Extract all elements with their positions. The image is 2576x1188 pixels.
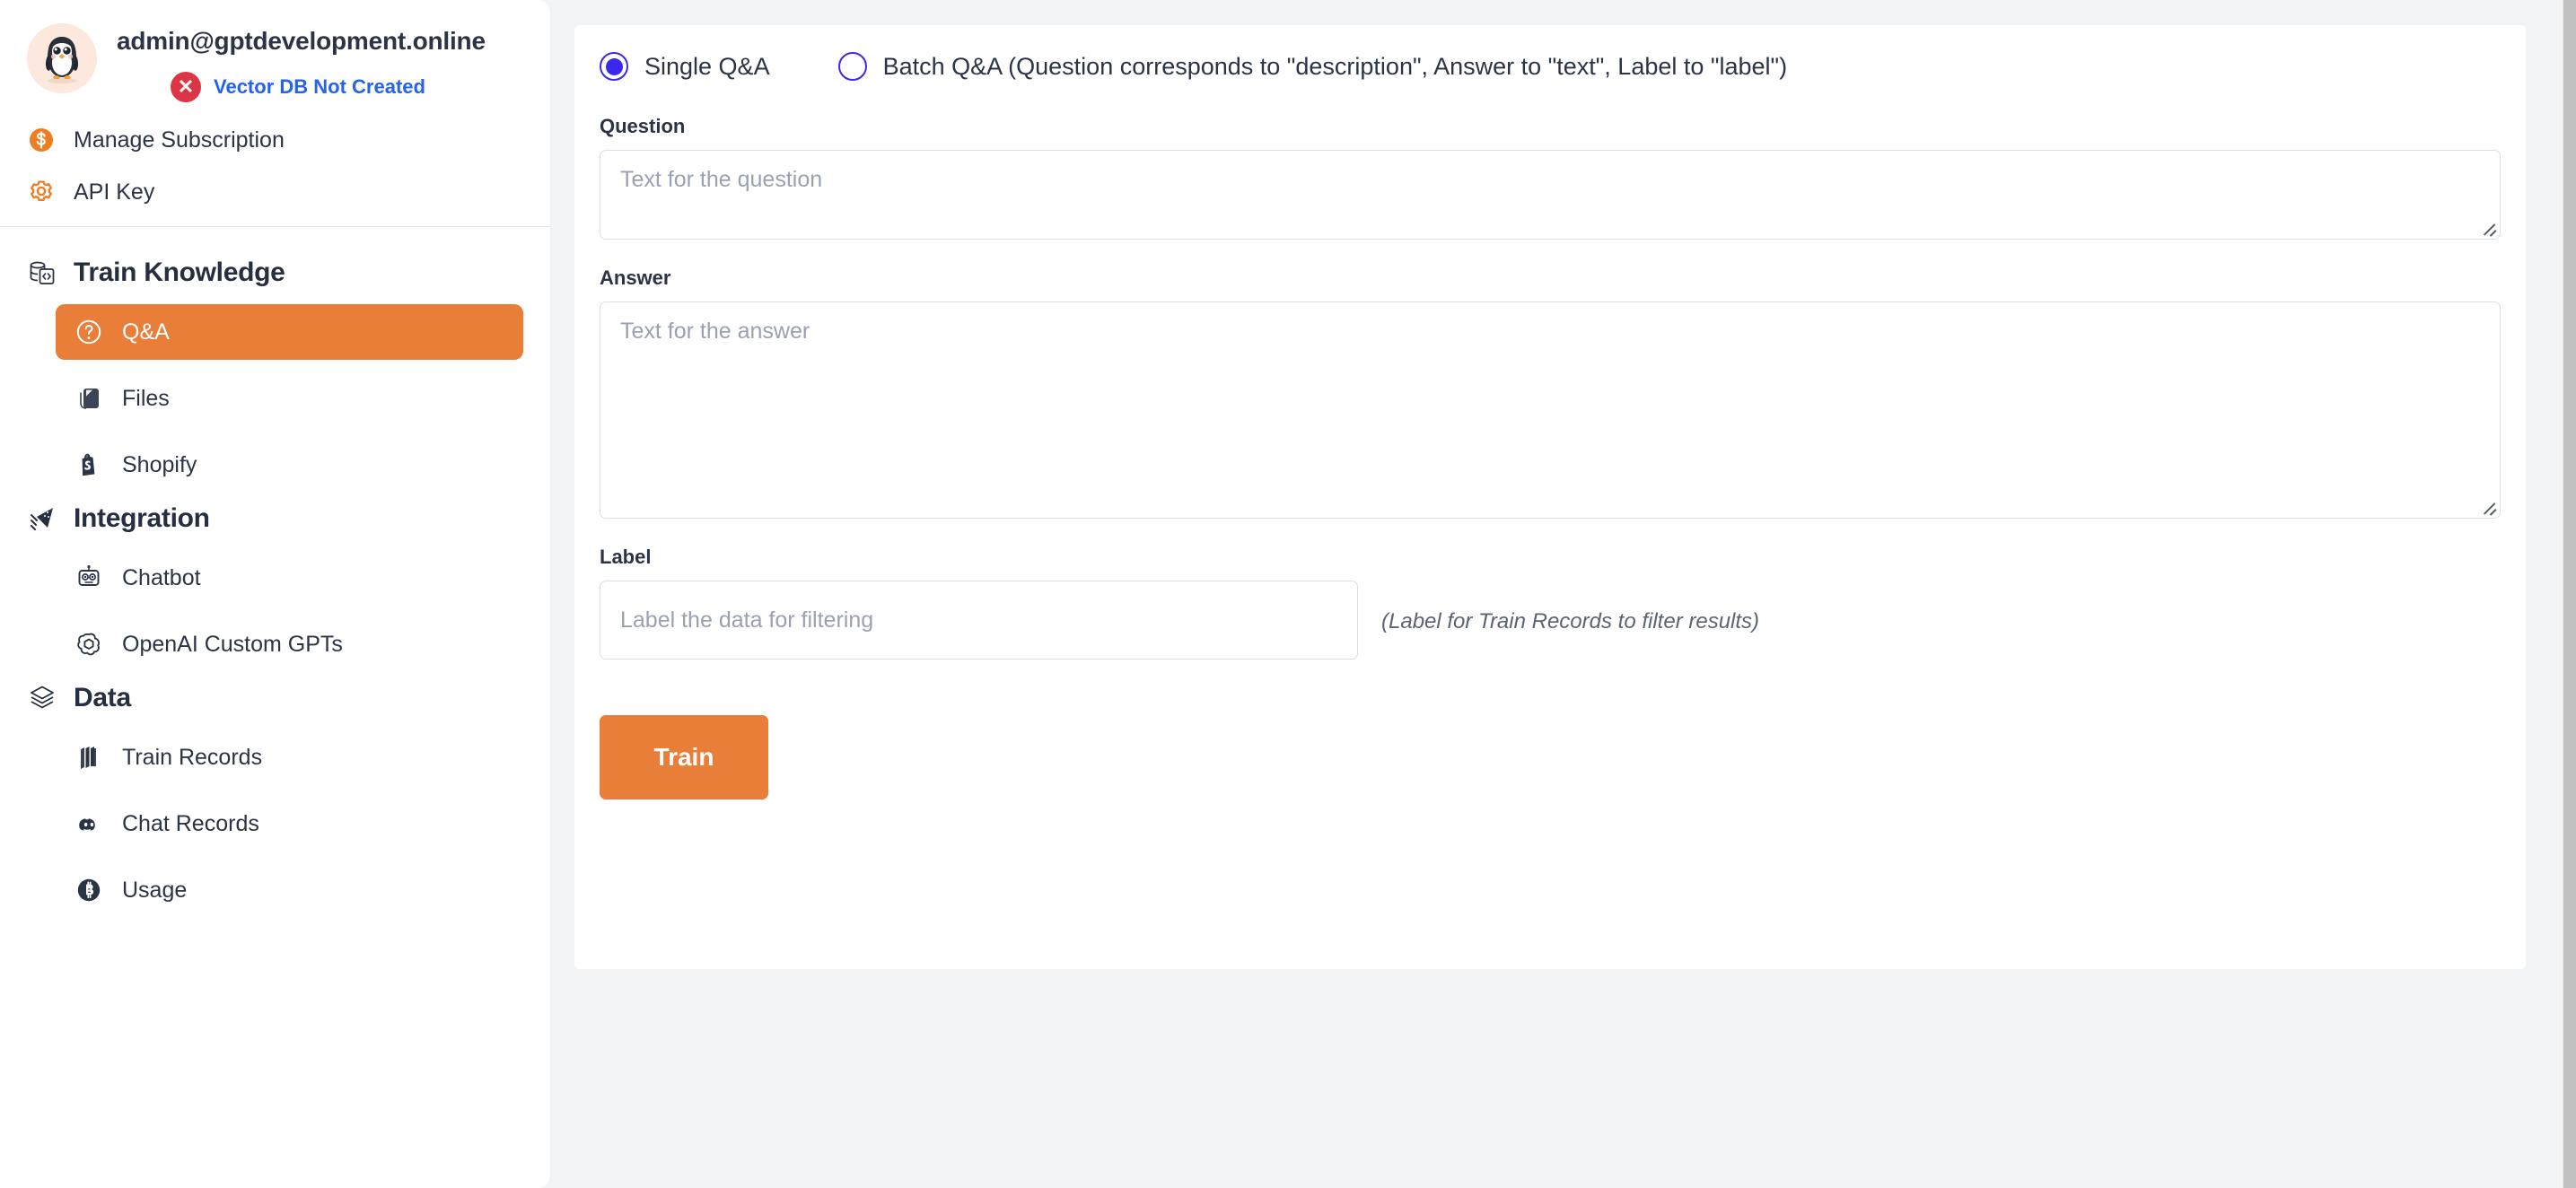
answer-label: Answer xyxy=(600,266,671,289)
nav-group-train-knowledge: Train Knowledge Q&A Files Shopify xyxy=(27,258,523,493)
account-text: admin@gptdevelopment.online ✕ Vector DB … xyxy=(117,23,523,102)
radio-batch-qa[interactable] xyxy=(837,52,867,81)
label-field-label: Label xyxy=(600,546,652,568)
nav-group-label: Data xyxy=(74,683,131,712)
sidebar-item-chatbot[interactable]: Chatbot xyxy=(56,550,523,606)
nav-group-data: Data Train Records Chat Records Usage xyxy=(27,683,523,918)
qa-form-card: Single Q&A Batch Q&A (Question correspon… xyxy=(574,25,2526,969)
integration-arrows-icon xyxy=(27,503,57,534)
page-scrollbar[interactable] xyxy=(2563,0,2576,1188)
files-icon xyxy=(74,383,104,414)
qa-form-inner: Single Q&A Batch Q&A (Question correspon… xyxy=(574,25,2526,799)
radio-option-single-qa[interactable]: Single Q&A xyxy=(600,52,770,81)
error-x-circle-icon: ✕ xyxy=(171,72,201,102)
answer-input[interactable] xyxy=(600,301,2501,519)
shopify-bag-icon xyxy=(74,450,104,480)
question-circle-icon xyxy=(74,317,104,347)
question-field-block: Question xyxy=(600,115,2501,240)
sidebar-item-openai-custom-gpts[interactable]: OpenAI Custom GPTs xyxy=(56,616,523,672)
answer-field-block: Answer xyxy=(600,266,2501,519)
sidebar-nav: Train Knowledge Q&A Files Shopify Integr… xyxy=(0,227,550,918)
database-code-icon xyxy=(27,258,57,288)
page-scrollbar-thumb[interactable] xyxy=(2563,0,2576,1188)
sidebar-item-api-key[interactable]: API Key xyxy=(27,178,523,206)
robot-chatbot-icon xyxy=(74,563,104,593)
sidebar-item-chat-records[interactable]: Chat Records xyxy=(56,796,523,852)
sidebar-item-label: Q&A xyxy=(122,319,170,345)
vector-db-status-label: Vector DB Not Created xyxy=(214,75,425,98)
nav-group-header: Data xyxy=(27,683,523,719)
sidebar-item-label: Shopify xyxy=(122,451,197,477)
gear-icon xyxy=(27,178,56,206)
layers-stack-icon xyxy=(27,683,57,713)
penguin-avatar[interactable] xyxy=(27,23,97,93)
answer-input-wrap xyxy=(600,301,2501,519)
sidebar-item-label: Train Records xyxy=(122,744,263,770)
radio-single-qa[interactable] xyxy=(600,52,628,81)
nav-group-label: Integration xyxy=(74,503,210,533)
bitcoin-circle-icon xyxy=(74,875,104,905)
sidebar-item-label: API Key xyxy=(74,179,155,205)
sidebar-item-label: Files xyxy=(122,385,170,411)
question-label: Question xyxy=(600,115,686,137)
openai-logo-icon xyxy=(74,629,104,660)
label-field-hint: (Label for Train Records to filter resul… xyxy=(1381,609,1760,633)
train-button[interactable]: Train xyxy=(600,715,768,799)
nav-group-label: Train Knowledge xyxy=(74,258,285,287)
account-email: admin@gptdevelopment.online xyxy=(117,27,486,55)
sidebar-item-shopify[interactable]: Shopify xyxy=(56,437,523,493)
radio-label: Batch Q&A (Question corresponds to "desc… xyxy=(882,52,1788,80)
books-icon xyxy=(74,742,104,773)
account-block: admin@gptdevelopment.online ✕ Vector DB … xyxy=(0,0,550,227)
label-field-block: Label (Label for Train Records to filter… xyxy=(600,546,2501,660)
radio-label: Single Q&A xyxy=(644,52,770,80)
sidebar-item-files[interactable]: Files xyxy=(56,371,523,426)
vector-db-status[interactable]: ✕ Vector DB Not Created xyxy=(117,72,523,102)
dollar-circle-icon xyxy=(27,126,56,154)
label-input[interactable] xyxy=(600,581,1358,660)
sidebar-item-label: Chat Records xyxy=(122,810,259,836)
nav-group-header: Train Knowledge xyxy=(27,258,523,293)
sidebar-item-label: Chatbot xyxy=(122,564,201,590)
discord-icon xyxy=(74,808,104,839)
question-input[interactable] xyxy=(600,150,2501,240)
sidebar-item-train-records[interactable]: Train Records xyxy=(56,729,523,785)
sidebar: admin@gptdevelopment.online ✕ Vector DB … xyxy=(0,0,550,1188)
question-input-wrap xyxy=(600,150,2501,240)
nav-group-integration: Integration Chatbot OpenAI Custom GPTs xyxy=(27,503,523,672)
sidebar-item-manage-subscription[interactable]: Manage Subscription xyxy=(27,126,523,154)
radio-dot xyxy=(605,57,623,75)
account-row: admin@gptdevelopment.online ✕ Vector DB … xyxy=(27,23,523,102)
sidebar-item-label: Usage xyxy=(122,877,188,903)
nav-group-header: Integration xyxy=(27,503,523,539)
sidebar-item-label: OpenAI Custom GPTs xyxy=(122,631,343,657)
radio-option-batch-qa[interactable]: Batch Q&A (Question corresponds to "desc… xyxy=(837,52,1788,81)
sidebar-item-qa[interactable]: Q&A xyxy=(56,304,523,360)
sidebar-item-label: Manage Subscription xyxy=(74,127,285,153)
label-field-row: (Label for Train Records to filter resul… xyxy=(600,581,2501,660)
sidebar-item-usage[interactable]: Usage xyxy=(56,862,523,918)
mode-radio-group: Single Q&A Batch Q&A (Question correspon… xyxy=(600,52,2501,81)
